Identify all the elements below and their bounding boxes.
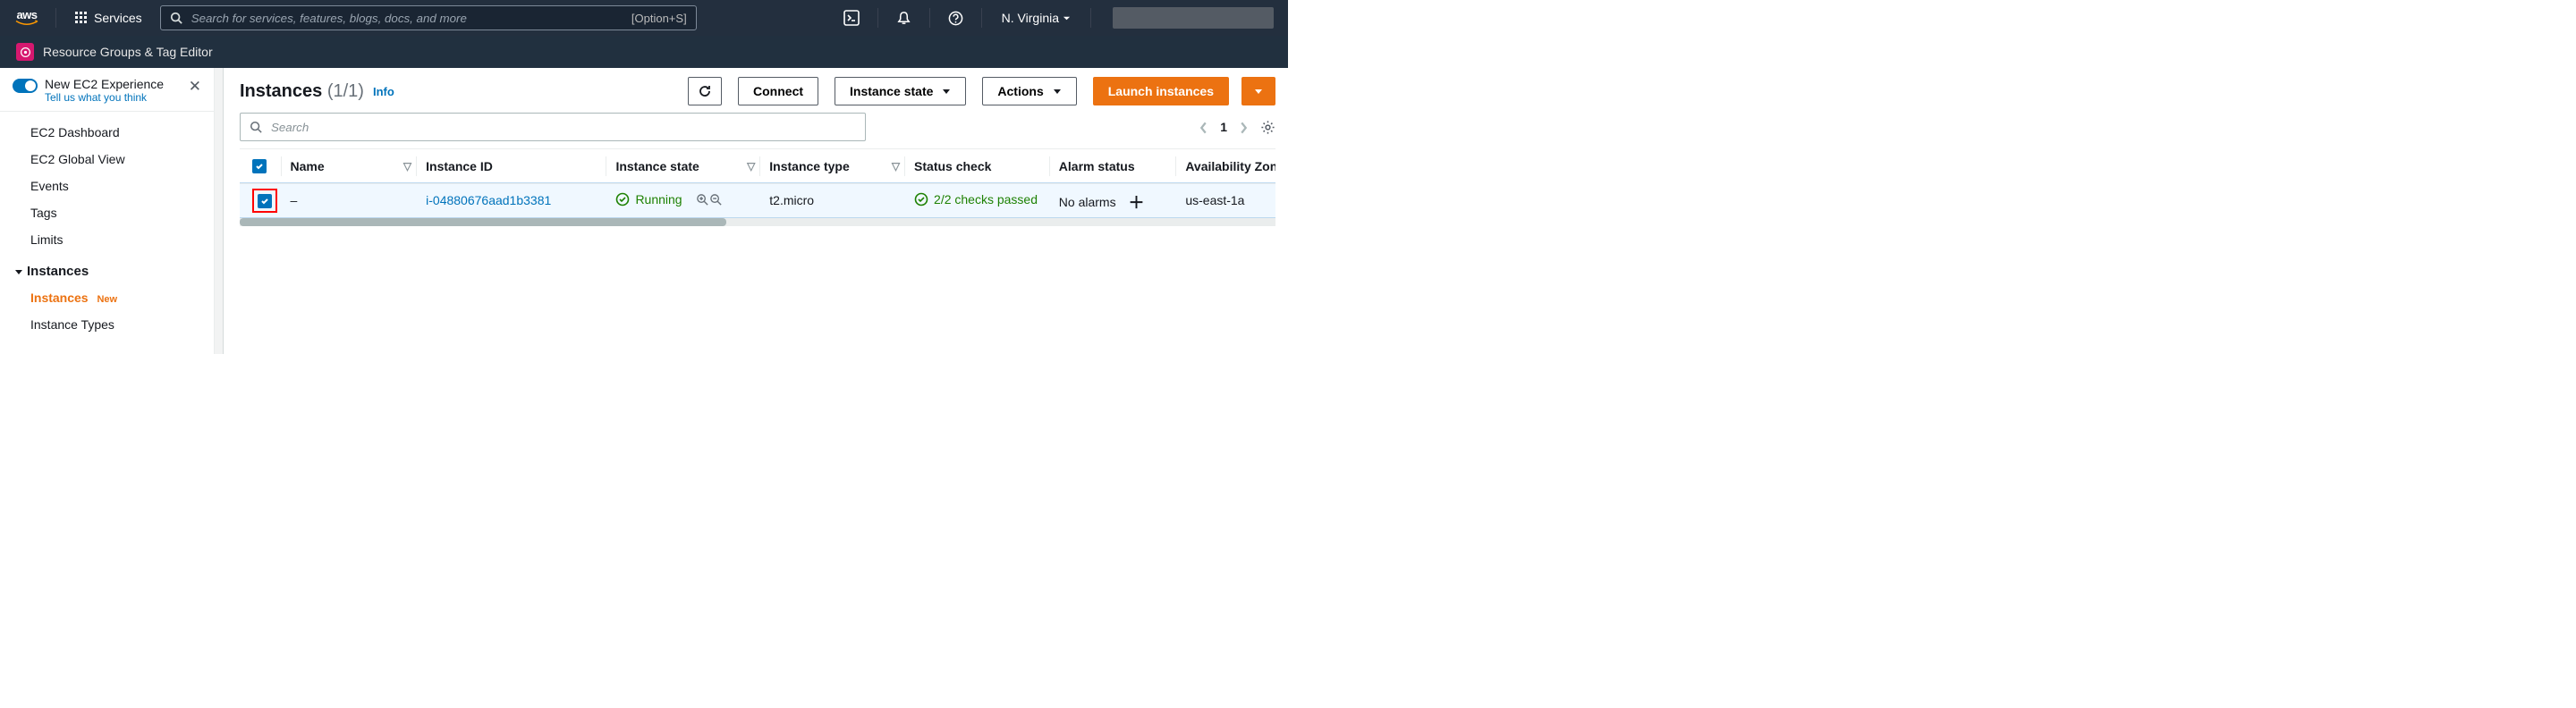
feedback-link[interactable]: Tell us what you think [45,91,164,104]
col-availability-zone[interactable]: Availability Zone▽ [1176,149,1275,183]
instance-id-link[interactable]: i-04880676aad1b3381 [426,193,551,207]
pagination: 1 [1199,120,1248,134]
main: New EC2 Experience Tell us what you thin… [0,68,1288,354]
launch-instances-button[interactable]: Launch instances [1093,77,1229,105]
status-ok-icon [914,192,928,206]
cell-instance-type: t2.micro [760,183,905,217]
button-label: Actions [997,84,1043,98]
account-menu[interactable] [1113,7,1274,29]
aws-logo[interactable]: aws [11,8,43,28]
col-instance-state[interactable]: Instance state▽ [606,149,760,183]
refresh-icon [698,84,712,98]
new-badge: New [97,294,117,305]
caret-down-icon [942,87,951,96]
instance-search[interactable] [240,113,866,141]
nav-item-label: Instances [30,291,89,305]
page-header: Instances (1/1) Info Connect Instance st… [240,77,1275,105]
caret-down-icon [14,267,23,276]
table-row[interactable]: – i-04880676aad1b3381 Running [240,183,1275,217]
region-label: N. Virginia [1002,11,1059,25]
notifications-button[interactable] [891,4,917,31]
nav-instance-types[interactable]: Instance Types [0,311,214,338]
prev-page[interactable] [1199,120,1208,134]
col-status-check[interactable]: Status check [905,149,1050,183]
cell-alarm-status: No alarms [1059,195,1116,209]
global-search[interactable]: [Option+S] [160,5,697,30]
chevron-right-icon [1240,122,1248,134]
aws-top-nav: aws Services [Option+S] N. Virginia [0,0,1288,36]
new-experience-banner: New EC2 Experience Tell us what you thin… [0,68,214,112]
button-label: Instance state [850,84,933,98]
row-checkbox-highlight [252,189,277,213]
search-icon [250,121,262,133]
horizontal-scrollbar[interactable] [240,218,1275,226]
global-search-input[interactable] [190,11,624,26]
table-header-row: Name▽ Instance ID Instance state▽ Instan… [240,149,1275,183]
info-link[interactable]: Info [373,85,394,98]
cell-availability-zone: us-east-1a [1176,183,1275,217]
pinned-services-bar: Resource Groups & Tag Editor [0,36,1288,68]
status-ok-icon [615,192,630,206]
col-instance-type[interactable]: Instance type▽ [760,149,905,183]
nav-limits[interactable]: Limits [0,226,214,253]
gear-icon [1260,120,1275,135]
page-title: Instances (1/1) [240,81,364,102]
nav-ec2-dashboard[interactable]: EC2 Dashboard [0,119,214,146]
help-button[interactable] [943,4,969,31]
col-alarm-status[interactable]: Alarm status [1050,149,1177,183]
aws-smile-icon [14,20,39,28]
instance-search-input[interactable] [269,120,856,135]
services-grid-icon [74,11,89,25]
col-instance-id[interactable]: Instance ID [417,149,606,183]
sidebar-scrollbar[interactable] [214,68,223,354]
nav-events[interactable]: Events [0,173,214,199]
cell-status-check: 2/2 checks passed [914,192,1038,206]
page-count: (1/1) [327,81,364,101]
filter-bar: 1 [240,113,1275,141]
zoom-in-icon [696,193,709,206]
close-icon[interactable]: ✕ [187,77,203,97]
next-page[interactable] [1240,120,1248,134]
select-all-checkbox[interactable] [252,159,267,173]
cell-name: – [282,183,418,217]
instances-table: Name▽ Instance ID Instance state▽ Instan… [240,148,1275,354]
row-checkbox[interactable] [258,194,272,208]
nav-section-instances[interactable]: Instances [0,253,214,284]
page-number: 1 [1220,120,1227,134]
region-selector[interactable]: N. Virginia [995,7,1078,29]
caret-down-icon [1254,87,1263,96]
caret-down-icon [1053,87,1062,96]
caret-down-icon [1063,14,1071,22]
chevron-left-icon [1199,122,1208,134]
nav-section-label: Instances [27,264,89,279]
instance-state-dropdown[interactable]: Instance state [835,77,966,105]
cell-instance-state: Running [615,192,682,206]
select-all-header[interactable] [240,149,282,183]
search-icon [170,12,182,24]
nav-ec2-global-view[interactable]: EC2 Global View [0,146,214,173]
nav-list: EC2 Dashboard EC2 Global View Events Tag… [0,112,214,343]
nav-instances[interactable]: Instances New [0,284,214,311]
add-alarm-button[interactable]: ＋ [1128,190,1144,214]
state-filter-icons[interactable] [696,193,723,206]
resource-groups-link[interactable]: Resource Groups & Tag Editor [43,45,213,59]
content-pane: Instances (1/1) Info Connect Instance st… [224,68,1288,354]
col-name[interactable]: Name▽ [282,149,418,183]
new-experience-title: New EC2 Experience [45,77,164,91]
refresh-button[interactable] [688,77,722,105]
actions-dropdown[interactable]: Actions [982,77,1076,105]
services-label: Services [94,11,142,25]
table-settings-button[interactable] [1260,119,1275,135]
resource-groups-icon [16,43,34,61]
zoom-out-icon [709,193,723,206]
sidebar: New EC2 Experience Tell us what you thin… [0,68,224,354]
services-menu[interactable]: Services [69,7,148,29]
search-shortcut: [Option+S] [631,12,687,25]
cloudshell-button[interactable] [838,4,865,31]
launch-instances-split[interactable] [1241,77,1275,105]
new-experience-toggle[interactable] [13,79,38,93]
connect-button[interactable]: Connect [738,77,818,105]
nav-tags[interactable]: Tags [0,199,214,226]
